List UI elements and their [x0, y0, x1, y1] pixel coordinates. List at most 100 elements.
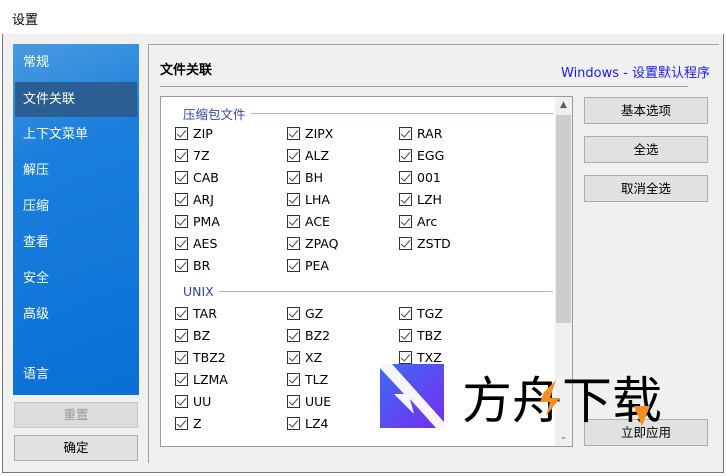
- checkbox-bz2[interactable]: BZ2: [287, 328, 330, 343]
- reset-button[interactable]: 重置: [14, 402, 138, 428]
- checkbox-alz[interactable]: ALZ: [287, 148, 329, 163]
- checkbox-uu[interactable]: UU: [175, 394, 211, 409]
- checkbox-checked-icon[interactable]: [287, 149, 300, 162]
- checkbox-label: TBZ: [417, 328, 442, 343]
- checkbox-checked-icon[interactable]: [287, 127, 300, 140]
- checkbox-bh[interactable]: BH: [287, 170, 323, 185]
- checkbox-label: ZIPX: [305, 126, 334, 141]
- checkbox-tbz2[interactable]: TBZ2: [175, 350, 226, 365]
- windows-default-programs-link[interactable]: Windows - 设置默认程序: [561, 62, 710, 81]
- checkbox-checked-icon[interactable]: [175, 193, 188, 206]
- checkbox-checked-icon[interactable]: [287, 193, 300, 206]
- checkbox-checked-icon[interactable]: [175, 395, 188, 408]
- checkbox-lzh[interactable]: LZH: [399, 192, 442, 207]
- scroll-thumb[interactable]: [556, 115, 571, 323]
- basic-options-button[interactable]: 基本选项: [584, 97, 708, 124]
- checkbox-checked-icon[interactable]: [175, 307, 188, 320]
- title-bar: 设置: [0, 0, 726, 34]
- checkbox-checked-icon[interactable]: [287, 215, 300, 228]
- checkbox-arj[interactable]: ARJ: [175, 192, 214, 207]
- checkbox-lz4[interactable]: LZ4: [287, 416, 328, 431]
- checkbox-checked-icon[interactable]: [287, 171, 300, 184]
- checkbox-checked-icon[interactable]: [287, 417, 300, 430]
- checkbox-pma[interactable]: PMA: [175, 214, 220, 229]
- checkbox-arc[interactable]: Arc: [399, 214, 437, 229]
- checkbox-label: ZPAQ: [305, 236, 339, 251]
- group-header: UNIX: [183, 284, 553, 299]
- checkbox-aes[interactable]: AES: [175, 236, 217, 251]
- checkbox-checked-icon[interactable]: [399, 351, 412, 364]
- sidebar-item-file-association[interactable]: 文件关联: [15, 82, 137, 117]
- checkbox-txz[interactable]: TXZ: [399, 350, 442, 365]
- checkbox-zpaq[interactable]: ZPAQ: [287, 236, 338, 251]
- checkbox-checked-icon[interactable]: [399, 215, 412, 228]
- checkbox-lzma[interactable]: LZMA: [175, 372, 228, 387]
- checkbox-checked-icon[interactable]: [175, 215, 188, 228]
- checkbox-bz[interactable]: BZ: [175, 328, 210, 343]
- checkbox-cab[interactable]: CAB: [175, 170, 219, 185]
- window-title: 设置: [12, 13, 39, 28]
- group-title: 其它: [183, 442, 208, 446]
- sidebar-item-extract[interactable]: 解压: [15, 153, 137, 188]
- checkbox-checked-icon[interactable]: [399, 193, 412, 206]
- checkbox-zip[interactable]: ZIP: [175, 126, 213, 141]
- deselect-all-button[interactable]: 取消全选: [584, 175, 708, 202]
- sidebar-item-advanced[interactable]: 高级: [15, 297, 137, 332]
- checkbox-z[interactable]: Z: [175, 416, 202, 431]
- checkbox-rar[interactable]: RAR: [399, 126, 442, 141]
- checkbox-7z[interactable]: 7Z: [175, 148, 210, 163]
- checkbox-uue[interactable]: UUE: [287, 394, 331, 409]
- sidebar-item-view[interactable]: 查看: [15, 225, 137, 260]
- checkbox-checked-icon[interactable]: [175, 373, 188, 386]
- checkbox-checked-icon[interactable]: [287, 373, 300, 386]
- sidebar: 常规 文件关联 上下文菜单 解压 压缩 查看 安全 高级 语言: [13, 44, 139, 395]
- checkbox-xz[interactable]: XZ: [287, 350, 322, 365]
- checkbox-ace[interactable]: ACE: [287, 214, 330, 229]
- checkbox-checked-icon[interactable]: [175, 171, 188, 184]
- checkbox-checked-icon[interactable]: [287, 237, 300, 250]
- checkbox-label: TAR: [193, 306, 217, 321]
- checkbox-label: ZSTD: [417, 236, 451, 251]
- checkbox-checked-icon[interactable]: [287, 395, 300, 408]
- scroll-up-icon[interactable]: ▲: [555, 97, 572, 114]
- checkbox-checked-icon[interactable]: [175, 259, 188, 272]
- checkbox-tgz[interactable]: TGZ: [399, 306, 443, 321]
- checkbox-checked-icon[interactable]: [399, 149, 412, 162]
- checkbox-checked-icon[interactable]: [175, 351, 188, 364]
- checkbox-checked-icon[interactable]: [399, 307, 412, 320]
- checkbox-zstd[interactable]: ZSTD: [399, 236, 451, 251]
- checkbox-checked-icon[interactable]: [175, 127, 188, 140]
- sidebar-item-language[interactable]: 语言: [15, 357, 137, 392]
- sidebar-item-general[interactable]: 常规: [15, 45, 137, 80]
- checkbox-label: BH: [305, 170, 323, 185]
- checkbox-checked-icon[interactable]: [399, 237, 412, 250]
- checkbox-tar[interactable]: TAR: [175, 306, 217, 321]
- checkbox-checked-icon[interactable]: [175, 149, 188, 162]
- checkbox-tbz[interactable]: TBZ: [399, 328, 442, 343]
- checkbox-checked-icon[interactable]: [287, 329, 300, 342]
- checkbox-zipx[interactable]: ZIPX: [287, 126, 333, 141]
- checkbox-tlz[interactable]: TLZ: [287, 372, 328, 387]
- checkbox-checked-icon[interactable]: [399, 171, 412, 184]
- checkbox-checked-icon[interactable]: [175, 237, 188, 250]
- sidebar-item-security[interactable]: 安全: [15, 261, 137, 296]
- checkbox-lha[interactable]: LHA: [287, 192, 330, 207]
- ok-button[interactable]: 确定: [14, 435, 138, 461]
- checkbox-001[interactable]: 001: [399, 170, 441, 185]
- checkbox-checked-icon[interactable]: [399, 329, 412, 342]
- checkbox-label: TXZ: [417, 350, 442, 365]
- checkbox-checked-icon[interactable]: [399, 127, 412, 140]
- sidebar-item-context-menu[interactable]: 上下文菜单: [15, 117, 137, 152]
- checkbox-checked-icon[interactable]: [287, 307, 300, 320]
- checkbox-checked-icon[interactable]: [287, 351, 300, 364]
- checkbox-label: ZIP: [193, 126, 213, 141]
- select-all-button[interactable]: 全选: [584, 136, 708, 163]
- checkbox-checked-icon[interactable]: [175, 417, 188, 430]
- checkbox-checked-icon[interactable]: [175, 329, 188, 342]
- checkbox-gz[interactable]: GZ: [287, 306, 323, 321]
- sidebar-item-compress[interactable]: 压缩: [15, 189, 137, 224]
- checkbox-pea[interactable]: PEA: [287, 258, 329, 273]
- checkbox-checked-icon[interactable]: [287, 259, 300, 272]
- checkbox-br[interactable]: BR: [175, 258, 210, 273]
- checkbox-egg[interactable]: EGG: [399, 148, 444, 163]
